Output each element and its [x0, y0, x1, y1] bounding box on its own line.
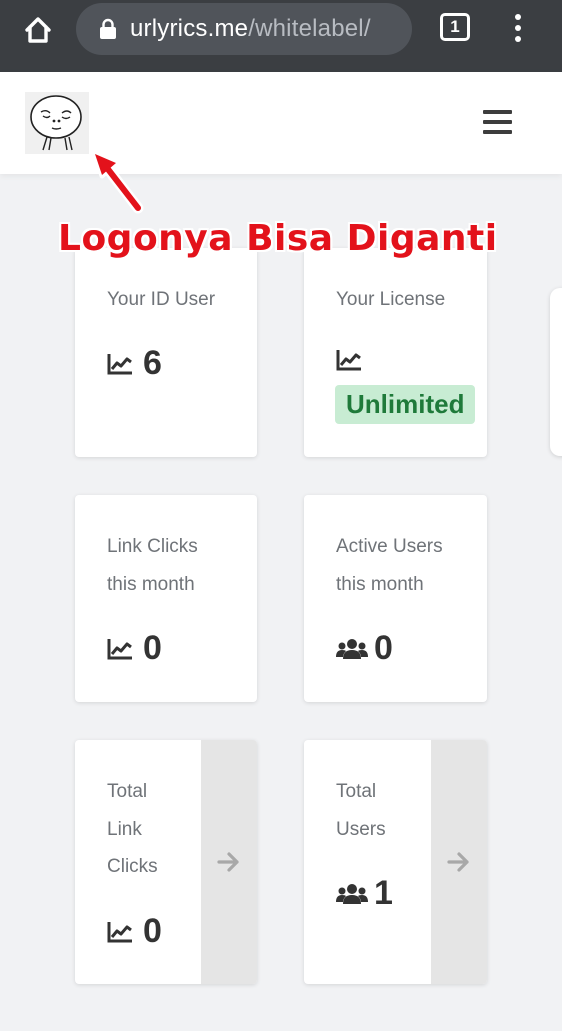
- license-badge: Unlimited: [335, 385, 476, 424]
- card-license: Your License Unlimited: [304, 248, 487, 457]
- chart-line-icon: [107, 638, 132, 659]
- label-line: Active Users: [336, 536, 443, 557]
- tab-switcher-button[interactable]: 1: [440, 13, 470, 41]
- card-label: Your ID User: [107, 289, 216, 310]
- card-label: Total Link Clicks: [107, 773, 158, 886]
- more-vertical-icon: [515, 14, 521, 20]
- label-line: Clicks: [107, 856, 158, 877]
- card-stat: 0: [107, 629, 162, 668]
- offscreen-card: [550, 288, 562, 456]
- card-label: Your License: [336, 289, 446, 310]
- label-line: this month: [107, 573, 195, 595]
- hamburger-menu-button[interactable]: [483, 110, 512, 134]
- chart-line-icon: [107, 353, 132, 374]
- card-label: Active Users this month: [336, 528, 443, 603]
- card-stat: 0: [107, 912, 162, 951]
- browser-menu-button[interactable]: [508, 10, 528, 46]
- card-stat: [336, 348, 362, 372]
- card-total-users[interactable]: Total Users 1: [304, 740, 487, 984]
- url-host: urlyrics.me: [130, 15, 249, 42]
- label-line: Total: [107, 781, 148, 802]
- card-link-clicks-month: Link Clicks this month 0: [75, 495, 257, 702]
- card-id-user: Your ID User 6: [75, 248, 257, 457]
- label-line: Link: [107, 818, 142, 840]
- card-label: Link Clicks this month: [107, 528, 198, 603]
- hamburger-icon: [483, 110, 512, 114]
- active-users-month-value: 0: [374, 629, 393, 667]
- tab-count: 1: [450, 17, 460, 36]
- label-line: Link Clicks: [107, 536, 198, 557]
- user-id-value: 6: [143, 344, 162, 382]
- card-stat: 6: [107, 344, 162, 383]
- total-users-value: 1: [374, 874, 393, 912]
- home-icon: [25, 17, 51, 43]
- card-label: Total Users: [336, 773, 386, 848]
- card-total-link-clicks[interactable]: Total Link Clicks 0: [75, 740, 257, 984]
- arrow-right-icon: [217, 852, 239, 872]
- label-line: this month: [336, 573, 424, 595]
- url-text: urlyrics.me/whitelabel/: [130, 15, 371, 43]
- users-icon: [336, 638, 368, 659]
- card-stat: 1: [336, 874, 393, 913]
- card-active-users-month: Active Users this month 0: [304, 495, 487, 702]
- link-clicks-month-value: 0: [143, 629, 162, 667]
- face-logo-icon: [30, 95, 82, 151]
- chart-line-icon: [336, 350, 361, 371]
- address-bar[interactable]: urlyrics.me/whitelabel/: [76, 3, 412, 55]
- card-stat: 0: [336, 629, 393, 668]
- arrow-right-icon: [447, 852, 469, 872]
- url-path: /whitelabel/: [248, 15, 371, 42]
- label-line: Users: [336, 818, 386, 840]
- home-button[interactable]: [18, 12, 58, 48]
- lock-icon: [100, 18, 116, 39]
- browser-toolbar: urlyrics.me/whitelabel/ 1: [0, 0, 562, 72]
- annotation-arrow-icon: [91, 149, 144, 214]
- details-button[interactable]: [431, 740, 487, 984]
- total-link-clicks-value: 0: [143, 912, 162, 950]
- label-line: Total: [336, 781, 377, 802]
- chart-line-icon: [107, 921, 132, 942]
- users-icon: [336, 883, 368, 904]
- logo[interactable]: [25, 92, 89, 154]
- annotation-text: Logonya Bisa Diganti: [58, 218, 498, 259]
- details-button[interactable]: [201, 740, 257, 984]
